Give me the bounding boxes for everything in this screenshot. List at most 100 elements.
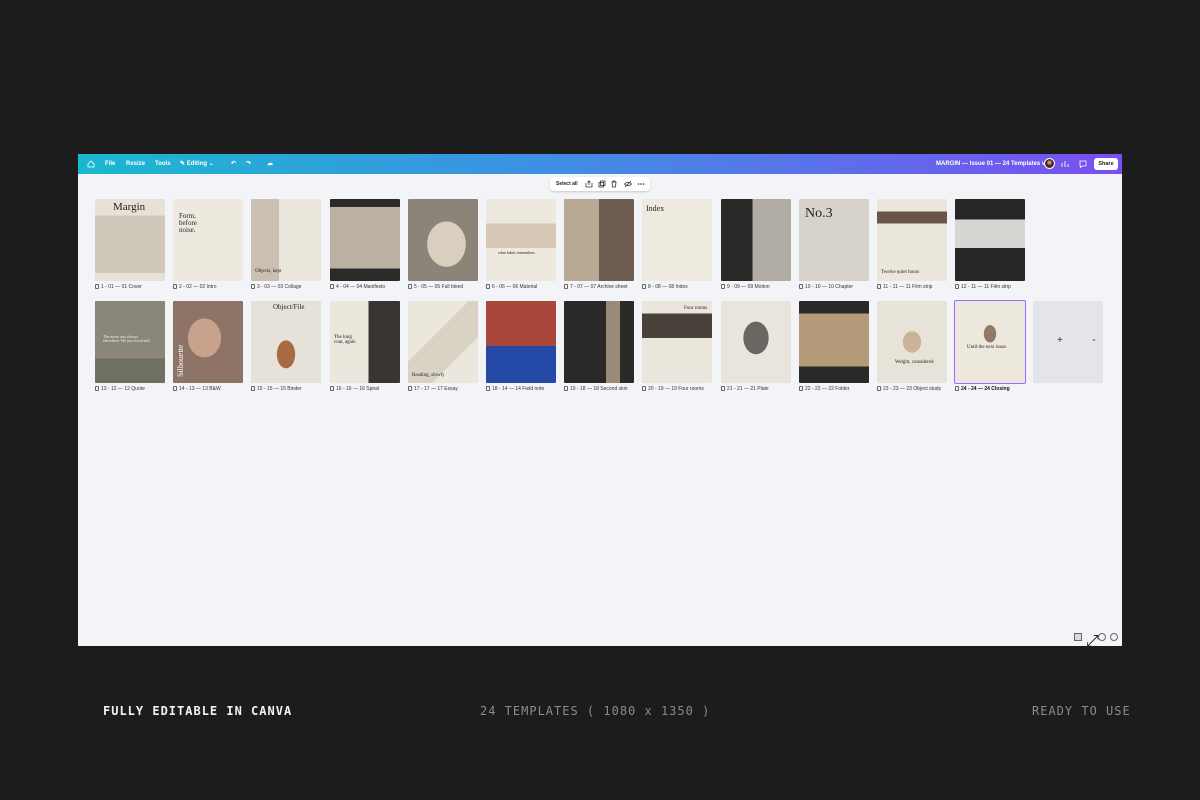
- page-caption[interactable]: 7 - 07 — 07 Archive sheet: [564, 284, 642, 290]
- page-caption[interactable]: 1 - 01 — 01 Cover: [95, 284, 173, 290]
- page-caption[interactable]: 13 - 12 — 12 Quote: [95, 386, 173, 392]
- selection-toolbar: Select all: [550, 177, 650, 191]
- plus-icon: +: [1057, 335, 1063, 346]
- page-caption[interactable]: 15 - 15 — 15 Binder: [251, 386, 329, 392]
- page-headline: Weight, considered: [895, 360, 934, 365]
- page-preview[interactable]: Four rooms: [642, 301, 712, 383]
- page-icon: [173, 386, 177, 391]
- page-headline: The noise was always elsewhere. We just …: [103, 334, 151, 343]
- page-preview[interactable]: Object/File: [251, 301, 321, 383]
- cloud-save-icon[interactable]: ☁: [267, 154, 273, 174]
- help-icon[interactable]: [1110, 633, 1118, 641]
- home-icon[interactable]: [87, 154, 95, 174]
- page-headline: Form, before noise.: [179, 212, 197, 234]
- page-caption-label: 6 - 06 — 06 Material: [492, 284, 538, 290]
- page-headline: Objects, kept: [255, 269, 282, 274]
- page-caption[interactable]: 19 - 18 — 18 Second skin: [564, 386, 642, 392]
- add-page-button[interactable]: + ⌄: [1033, 301, 1103, 383]
- page-preview[interactable]: [408, 199, 478, 281]
- page-preview[interactable]: Objects, kept: [251, 199, 321, 281]
- page-caption-label: 16 - 16 — 16 Spiral: [336, 386, 380, 392]
- chevron-down-icon[interactable]: ⌄: [1091, 335, 1097, 343]
- undo-icon[interactable]: ↶: [231, 154, 236, 174]
- page-icon: [877, 386, 881, 391]
- page-caption[interactable]: 14 - 13 — 13 B&W: [173, 386, 251, 392]
- page-preview[interactable]: [721, 199, 791, 281]
- page-icon: [564, 284, 568, 289]
- page-caption[interactable]: 20 - 19 — 19 Four rooms: [642, 386, 720, 392]
- trash-icon[interactable]: [610, 180, 618, 188]
- page-caption-label: 17 - 17 — 17 Essay: [414, 386, 458, 392]
- comment-icon[interactable]: [1079, 154, 1087, 174]
- document-title[interactable]: MARGIN — Issue 01 — 24 Templates v3.1: [936, 154, 1054, 174]
- page-caption[interactable]: 8 - 08 — 08 Index: [642, 284, 720, 290]
- export-icon[interactable]: [585, 180, 593, 188]
- page-preview[interactable]: [799, 301, 869, 383]
- page-headline: Reading, slowly: [412, 373, 445, 378]
- page-icon: [955, 284, 959, 289]
- page-caption[interactable]: 16 - 16 — 16 Spiral: [330, 386, 408, 392]
- page-caption[interactable]: 10 - 10 — 10 Chapter: [799, 284, 877, 290]
- hide-icon[interactable]: [624, 180, 632, 188]
- page-caption[interactable]: 17 - 17 — 17 Essay: [408, 386, 486, 392]
- page-caption[interactable]: 12 - 11 — 11 Film strip: [955, 284, 1033, 290]
- analytics-icon[interactable]: [1061, 154, 1069, 174]
- page-caption[interactable]: 11 - 11 — 11 Film strip: [877, 284, 955, 290]
- page-caption-label: 8 - 08 — 08 Index: [648, 284, 688, 290]
- avatar[interactable]: [1044, 158, 1055, 169]
- page-caption-label: 7 - 07 — 07 Archive sheet: [570, 284, 628, 290]
- page-preview[interactable]: what fabric remembers: [486, 199, 556, 281]
- page-preview[interactable]: Margin: [95, 199, 165, 281]
- page-preview[interactable]: Form, before noise.: [173, 199, 243, 281]
- page-caption[interactable]: 18 - 14 — 14 Field note: [486, 386, 564, 392]
- page-preview[interactable]: Until the next issue.: [954, 300, 1026, 384]
- select-all-button[interactable]: Select all: [556, 177, 578, 191]
- page-caption[interactable]: 3 - 03 — 03 Collage: [251, 284, 329, 290]
- page-icon: [642, 386, 646, 391]
- page-headline: Until the next issue.: [967, 345, 1007, 350]
- grid-view-icon[interactable]: [1074, 633, 1082, 641]
- page-caption[interactable]: 2 - 02 — 02 Intro: [173, 284, 251, 290]
- file-menu[interactable]: File: [105, 154, 115, 174]
- page-preview[interactable]: Reading, slowly: [408, 301, 478, 383]
- share-button[interactable]: Share: [1094, 158, 1118, 170]
- tools-menu[interactable]: Tools: [155, 154, 171, 174]
- page-caption-label: 3 - 03 — 03 Collage: [257, 284, 302, 290]
- page-caption[interactable]: 5 - 05 — 05 Full bleed: [408, 284, 486, 290]
- page-preview[interactable]: [721, 301, 791, 383]
- page-preview[interactable]: The noise was always elsewhere. We just …: [95, 301, 165, 383]
- page-preview[interactable]: [564, 301, 634, 383]
- page-preview[interactable]: Weight, considered: [877, 301, 947, 383]
- page-preview[interactable]: [330, 199, 400, 281]
- page-preview[interactable]: No.3: [799, 199, 869, 281]
- page-preview[interactable]: Silhouette: [173, 301, 243, 383]
- page-caption[interactable]: 23 - 23 — 23 Object study: [877, 386, 955, 392]
- view-controls: ⤢: [1074, 633, 1118, 646]
- page-preview[interactable]: [564, 199, 634, 281]
- page-preview[interactable]: The long coat, again: [330, 301, 400, 383]
- page-caption[interactable]: 21 - 21 — 21 Plate: [721, 386, 799, 392]
- page-caption-label: 18 - 14 — 14 Field note: [492, 386, 545, 392]
- page-icon: [251, 386, 255, 391]
- editing-dropdown[interactable]: ✎ Editing ⌄: [180, 154, 214, 174]
- copy-icon[interactable]: [598, 180, 606, 188]
- resize-menu[interactable]: Resize: [126, 154, 145, 174]
- footer-right: READY TO USE: [1032, 704, 1131, 718]
- page-caption[interactable]: 6 - 06 — 06 Material: [486, 284, 564, 290]
- chevron-down-icon: ⌄: [207, 161, 214, 167]
- page-caption[interactable]: 22 - 22 — 22 Folder: [799, 386, 877, 392]
- fullscreen-icon[interactable]: ⤢: [1086, 633, 1099, 646]
- page-preview[interactable]: Twelve quiet hours: [877, 199, 947, 281]
- redo-icon[interactable]: ↷: [246, 154, 251, 174]
- page-caption-label: 14 - 13 — 13 B&W: [179, 386, 221, 392]
- settings-icon[interactable]: [1098, 633, 1106, 641]
- page-preview[interactable]: Index: [642, 199, 712, 281]
- page-preview[interactable]: [486, 301, 556, 383]
- page-caption[interactable]: 4 - 04 — 04 Manifesto: [330, 284, 408, 290]
- page-caption[interactable]: 24 - 24 — 24 Closing: [955, 386, 1033, 392]
- page-preview[interactable]: [955, 199, 1025, 281]
- page-caption[interactable]: 9 - 09 — 09 Motion: [721, 284, 799, 290]
- more-icon[interactable]: [637, 180, 645, 188]
- top-bar: File Resize Tools ✎ Editing ⌄ ↶ ↷ ☁ MARG…: [78, 154, 1122, 174]
- page-headline: The long coat, again: [334, 335, 356, 345]
